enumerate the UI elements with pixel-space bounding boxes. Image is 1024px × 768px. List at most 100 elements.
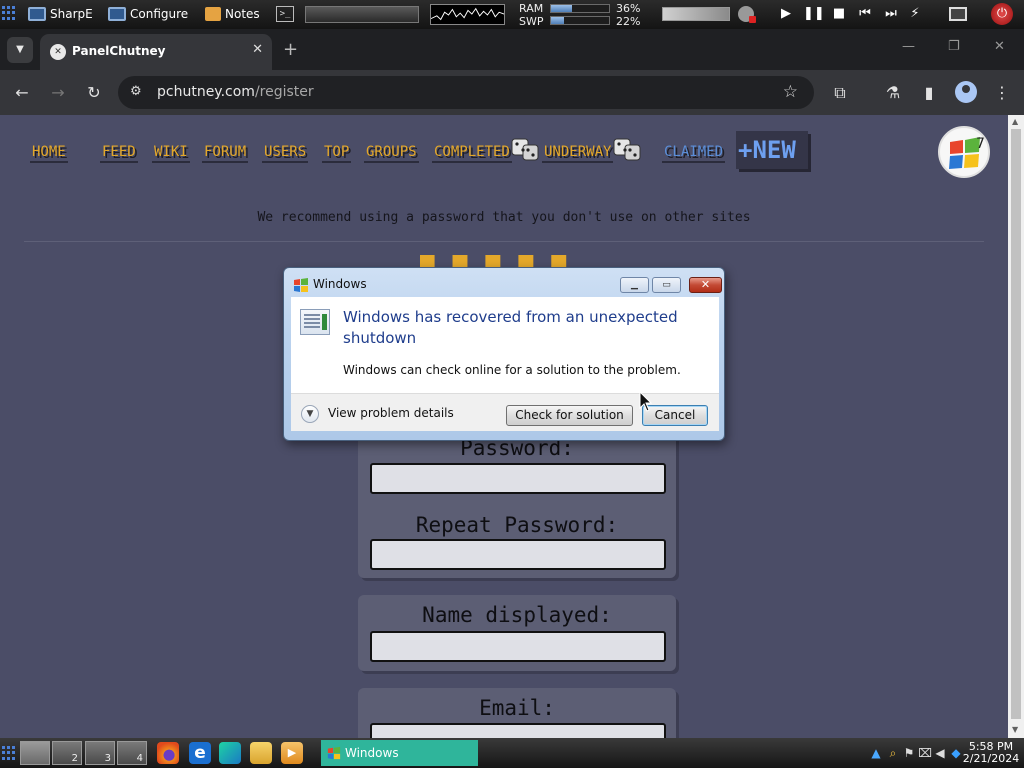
tab-panelchutney[interactable]: ✕ PanelChutney ✕ [40, 34, 272, 70]
monitor-icon [28, 7, 46, 21]
repeat-password-label: Repeat Password: [415, 513, 619, 537]
app-menu-icon[interactable] [2, 6, 16, 20]
launcher-sharpe[interactable]: SharpE [28, 4, 93, 24]
url-path: /register [254, 84, 314, 100]
network-icon[interactable]: ⚡ [905, 5, 925, 23]
next-icon[interactable]: ⏭ [881, 5, 901, 23]
windows-logo-icon[interactable]: 7 [938, 126, 990, 178]
internet-explorer-icon[interactable]: e [189, 742, 211, 764]
play-icon[interactable]: ▶ [776, 5, 796, 23]
nav-groups[interactable]: GROUPS [364, 141, 419, 163]
dialog-close-icon[interactable]: ✕ [689, 277, 722, 293]
new-tab-icon[interactable]: + [283, 39, 298, 60]
workspace-1[interactable] [20, 741, 50, 765]
search-icon[interactable]: ⌕ [886, 746, 900, 760]
minimize-icon[interactable]: — [902, 39, 915, 54]
nav-forum[interactable]: FORUM [202, 141, 249, 163]
file-explorer-icon[interactable] [250, 742, 272, 764]
notification-icon[interactable]: ◆ [949, 746, 963, 760]
task-label: Windows [345, 746, 399, 760]
tab-close-icon[interactable]: ✕ [252, 42, 263, 57]
email-input[interactable] [370, 723, 666, 738]
url-text: pchutney.com/register [157, 84, 314, 100]
nav-completed[interactable]: COMPLETED [432, 141, 512, 163]
muted-speaker-icon[interactable] [738, 6, 756, 23]
window-switcher-icon[interactable] [949, 7, 967, 21]
browser-toolbar: ← → ↻ ⚙ pchutney.com/register ☆ ⧉ ⚗ ▮ ⋮ [0, 70, 1024, 115]
workspace-4[interactable]: 4 [117, 741, 147, 765]
clock-date: 2/21/2024 [962, 752, 1020, 765]
repeat-password-input[interactable] [370, 539, 666, 570]
launcher-notes[interactable]: Notes [205, 4, 260, 24]
nav-claimed[interactable]: CLAIMED [662, 141, 726, 163]
stop-icon[interactable]: ■ [829, 5, 849, 23]
workspace-3[interactable]: 3 [85, 741, 115, 765]
swap-percent: 22% [616, 15, 641, 28]
dialog-maximize-icon[interactable]: ▭ [652, 277, 681, 293]
nav-wiki[interactable]: WIKI [152, 141, 190, 163]
nav-underway[interactable]: UNDERWAY [542, 141, 614, 163]
volume-tray-icon[interactable]: ◀ [933, 746, 947, 760]
monitor-icon [108, 7, 126, 21]
tab-search-button[interactable]: ▼ [7, 37, 33, 63]
divider [24, 241, 984, 242]
previous-icon[interactable]: ⏮ [855, 5, 875, 23]
chevron-down-icon[interactable]: ▼ [301, 405, 319, 423]
view-problem-details-link[interactable]: View problem details [328, 406, 454, 420]
check-for-solution-button[interactable]: Check for solution [506, 405, 633, 426]
terminal-launcher[interactable]: >_ [276, 6, 294, 22]
tray-expand-icon[interactable]: ▲ [869, 746, 883, 760]
window-close-icon[interactable]: ✕ [994, 39, 1005, 54]
tab-title: PanelChutney [72, 44, 166, 58]
page-scrollbar[interactable]: ▲ ▼ [1008, 115, 1024, 738]
edge-icon[interactable] [219, 742, 241, 764]
swap-bar [550, 16, 610, 25]
browser-menu-icon[interactable]: ⋮ [991, 82, 1013, 104]
clock[interactable]: 5:58 PM 2/21/2024 [962, 741, 1020, 765]
site-info-icon[interactable]: ⚙ [130, 85, 144, 99]
tab-strip: ▼ ✕ PanelChutney ✕ + — ❐ ✕ [0, 29, 1024, 70]
scroll-thumb[interactable] [1011, 129, 1021, 719]
forward-icon[interactable]: → [47, 82, 69, 104]
mouse-pointer-icon [639, 391, 653, 412]
network-tray-icon[interactable]: ⌧ [918, 746, 932, 760]
back-icon[interactable]: ← [11, 82, 33, 104]
address-bar[interactable]: ⚙ pchutney.com/register ☆ [118, 76, 814, 109]
password-input[interactable] [370, 463, 666, 494]
profile-avatar-icon[interactable] [955, 81, 977, 103]
labs-flask-icon[interactable]: ⚗ [882, 82, 904, 104]
bookmark-star-icon[interactable]: ☆ [783, 82, 798, 102]
svg-text:7: 7 [976, 136, 985, 152]
taskbar: 2 3 4 e ▶ Windows ▲ ⌕ ⚑ ⌧ ◀ ◆ 5:58 PM 2/… [0, 738, 1024, 768]
nav-users[interactable]: USERS [262, 141, 309, 163]
nav-top[interactable]: TOP [322, 141, 352, 163]
start-menu-icon[interactable] [2, 746, 16, 760]
pause-icon[interactable]: ❚❚ [803, 5, 825, 23]
scroll-down-icon[interactable]: ▼ [1012, 725, 1018, 734]
launcher-label: Notes [225, 7, 260, 21]
power-icon[interactable]: ⏻ [991, 3, 1013, 25]
terminal-icon: >_ [276, 6, 294, 22]
side-panel-icon[interactable]: ▮ [918, 82, 940, 104]
reload-icon[interactable]: ↻ [83, 82, 105, 104]
dialog-minimize-icon[interactable]: ▁ [620, 277, 649, 293]
name-displayed-input[interactable] [370, 631, 666, 662]
dialog-message: Windows can check online for a solution … [343, 363, 681, 377]
nav-new-button[interactable]: +NEW [736, 131, 808, 169]
scroll-up-icon[interactable]: ▲ [1012, 117, 1018, 126]
nav-home[interactable]: HOME [30, 141, 68, 163]
media-player-icon[interactable]: ▶ [281, 742, 303, 764]
extensions-icon[interactable]: ⧉ [829, 82, 851, 104]
email-label: Email: [479, 696, 555, 720]
launcher-configure[interactable]: Configure [108, 4, 188, 24]
dialog-title: Windows [313, 277, 367, 291]
flag-icon[interactable]: ⚑ [902, 746, 916, 760]
taskbar-window-windows[interactable]: Windows [321, 740, 478, 766]
ram-bar-fill [551, 5, 572, 12]
restore-icon[interactable]: ❐ [948, 39, 960, 54]
firefox-icon[interactable] [157, 742, 179, 764]
nav-feed[interactable]: FEED [100, 141, 138, 163]
volume-slider[interactable] [662, 7, 730, 21]
panel-bar-widget [305, 6, 419, 23]
workspace-2[interactable]: 2 [52, 741, 82, 765]
